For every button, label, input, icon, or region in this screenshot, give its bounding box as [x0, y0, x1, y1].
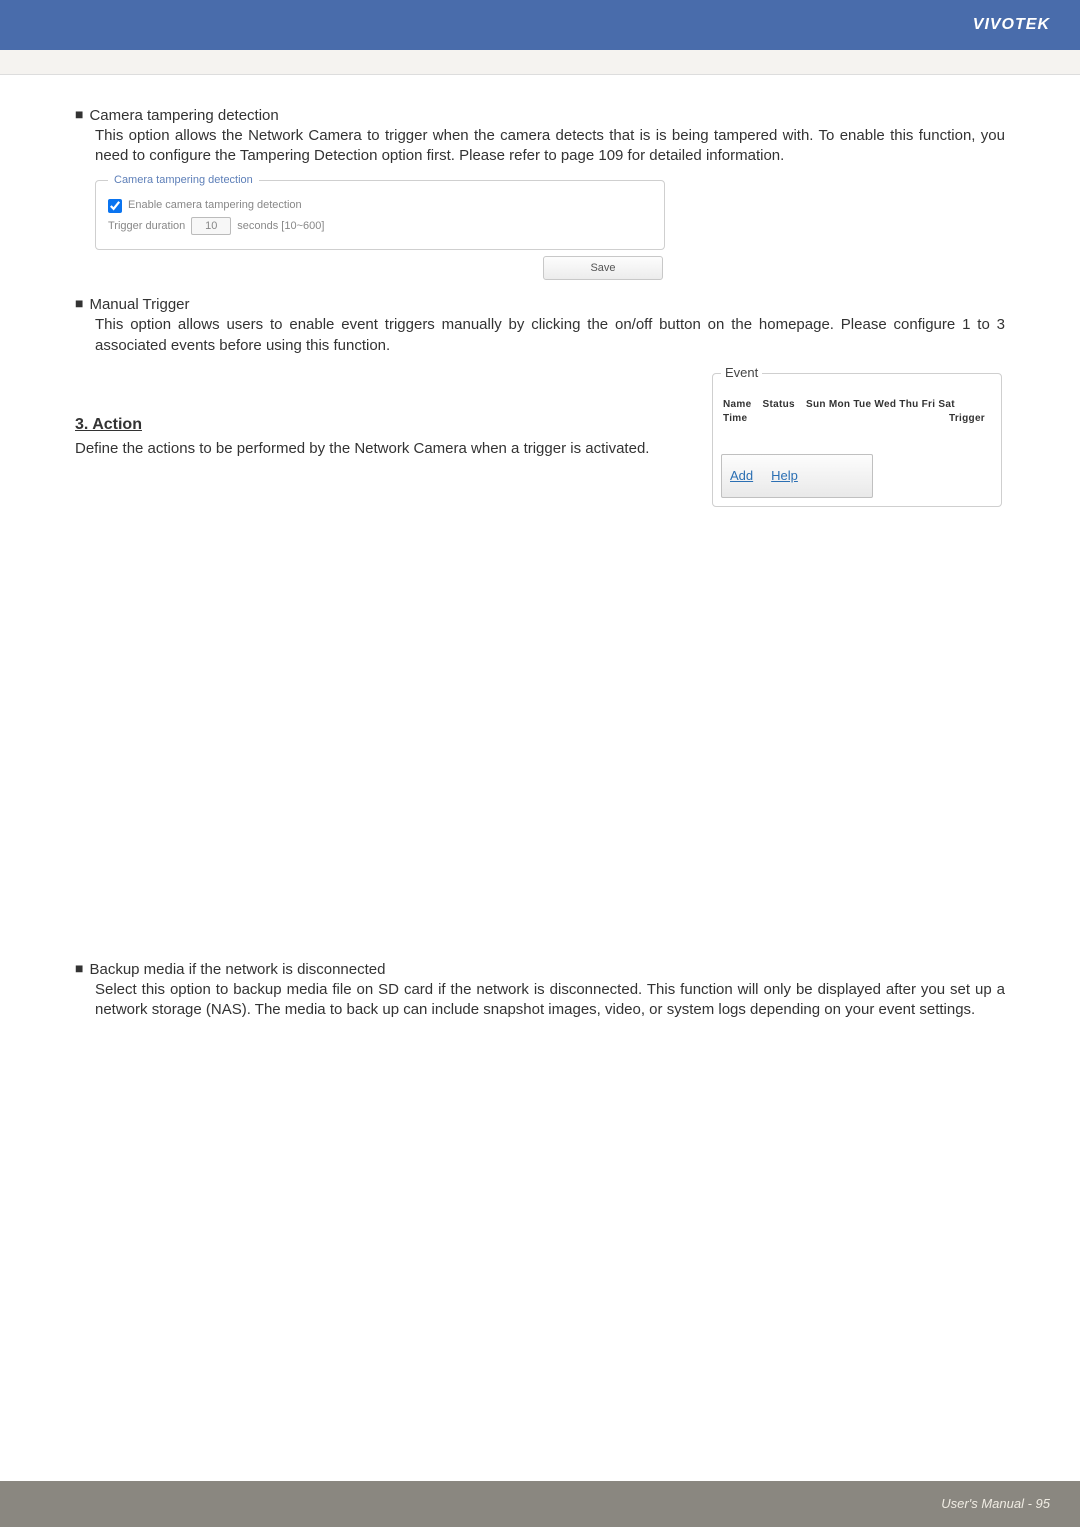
- event-actions: Add Help: [721, 454, 873, 498]
- page-header: VIVOTEK: [0, 0, 1080, 50]
- bullet-icon: ■: [75, 959, 83, 979]
- trigger-duration-row: Trigger duration seconds [10~600]: [108, 217, 652, 235]
- event-panel: Event Name Status Sun Mon Tue Wed Thu Fr…: [712, 364, 1002, 507]
- option-title: Camera tampering detection: [89, 105, 278, 126]
- option-backup-media-desc: Select this option to backup media file …: [95, 980, 1005, 1021]
- tampering-legend: Camera tampering detection: [108, 173, 259, 188]
- bullet-icon: ■: [75, 294, 83, 314]
- option-manual-trigger-desc: This option allows users to enable event…: [95, 315, 1005, 356]
- footer-text: User's Manual - 95: [941, 1495, 1050, 1513]
- option-title: Backup media if the network is disconnec…: [89, 959, 385, 980]
- add-event-link[interactable]: Add: [730, 467, 753, 485]
- col-name: Name: [723, 399, 751, 410]
- brand-logo: VIVOTEK: [973, 14, 1050, 36]
- header-divider: [0, 50, 1080, 75]
- option-backup-media: ■ Backup media if the network is disconn…: [75, 959, 1005, 980]
- trigger-duration-label: Trigger duration: [108, 219, 185, 234]
- option-tampering-desc: This option allows the Network Camera to…: [95, 126, 1005, 167]
- option-tampering: ■ Camera tampering detection: [75, 105, 1005, 126]
- help-link[interactable]: Help: [771, 467, 798, 485]
- page-content: ■ Camera tampering detection This option…: [0, 75, 1080, 1021]
- save-row: Save: [95, 250, 665, 280]
- enable-tampering-checkbox[interactable]: [108, 199, 122, 213]
- col-trigger: Trigger: [949, 412, 985, 426]
- col-time: Time: [723, 413, 747, 424]
- trigger-duration-input[interactable]: [191, 217, 231, 235]
- option-manual-trigger: ■ Manual Trigger: [75, 294, 1005, 315]
- bullet-icon: ■: [75, 105, 83, 125]
- event-table-header: Name Status Sun Mon Tue Wed Thu Fri Sat …: [723, 398, 993, 426]
- event-legend: Event: [721, 364, 762, 382]
- col-status: Status: [763, 399, 795, 410]
- trigger-duration-unit: seconds [10~600]: [237, 219, 324, 234]
- tampering-fieldset: Camera tampering detection Enable camera…: [95, 173, 665, 251]
- tampering-config-screenshot: Camera tampering detection Enable camera…: [95, 173, 665, 281]
- page-footer: User's Manual - 95: [0, 1481, 1080, 1527]
- enable-tampering-label: Enable camera tampering detection: [128, 198, 302, 213]
- event-fieldset: Event Name Status Sun Mon Tue Wed Thu Fr…: [712, 364, 1002, 507]
- col-days: Sun Mon Tue Wed Thu Fri Sat: [806, 399, 955, 410]
- option-title: Manual Trigger: [89, 294, 189, 315]
- save-button[interactable]: Save: [543, 256, 663, 280]
- tampering-enable-row: Enable camera tampering detection: [108, 198, 652, 213]
